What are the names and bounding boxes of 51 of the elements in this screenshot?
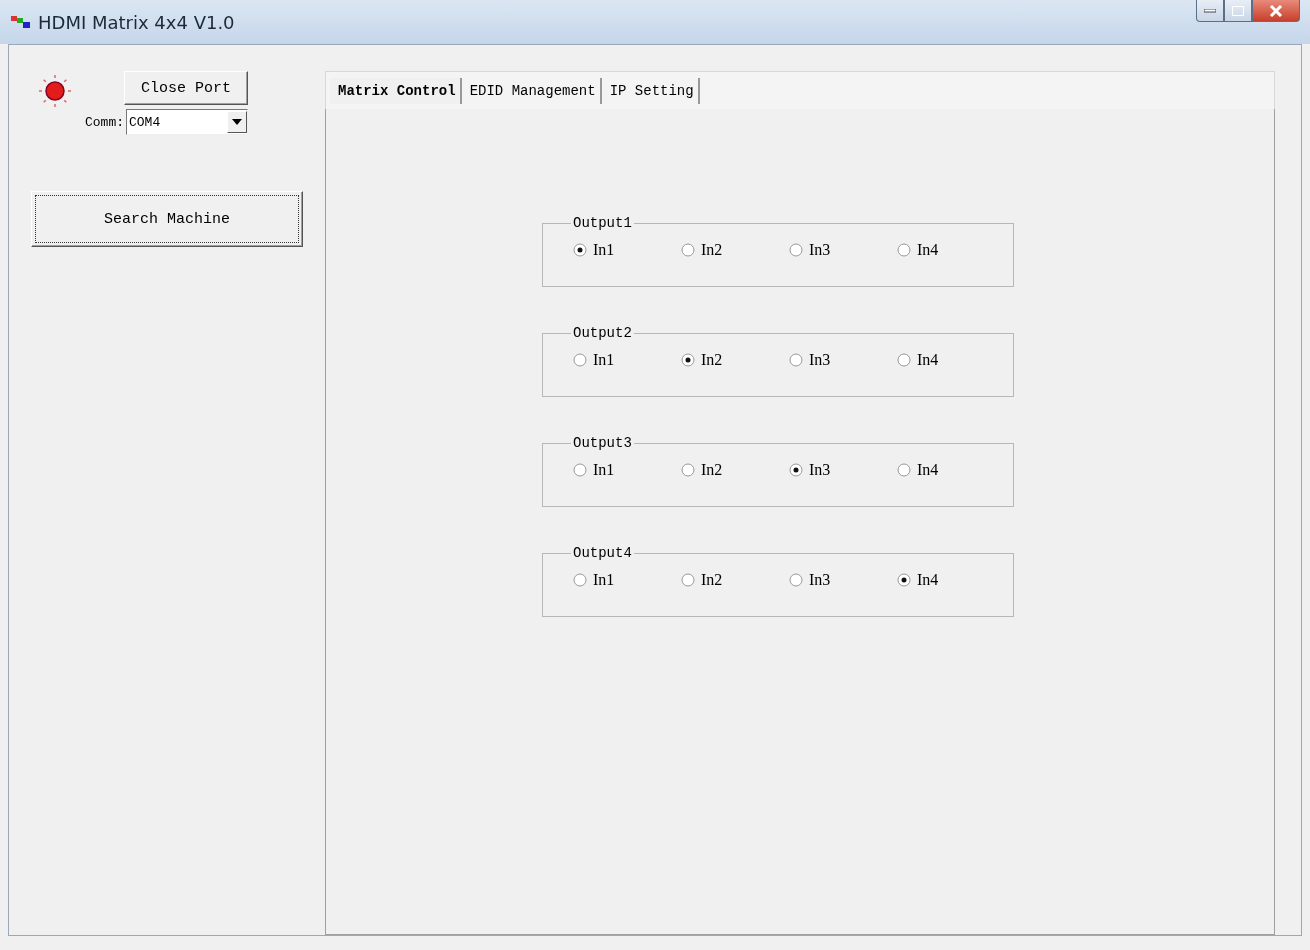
radio-icon[interactable] (897, 573, 911, 587)
radio-icon[interactable] (789, 243, 803, 257)
input-radio[interactable]: In2 (681, 461, 789, 479)
input-radio[interactable]: In1 (573, 351, 681, 369)
comm-label: Comm: (85, 114, 124, 130)
close-port-button[interactable]: Close Port (124, 71, 248, 105)
input-radio[interactable]: In1 (573, 241, 681, 259)
radio-icon[interactable] (897, 243, 911, 257)
group-title: Output1 (572, 215, 633, 231)
input-radio[interactable]: In2 (681, 571, 789, 589)
input-radio[interactable]: In4 (897, 351, 1005, 369)
radio-icon[interactable] (789, 463, 803, 477)
close-button[interactable] (1252, 0, 1300, 22)
input-radio[interactable]: In1 (573, 571, 681, 589)
input-radio[interactable]: In2 (681, 241, 789, 259)
radio-icon[interactable] (573, 243, 587, 257)
radio-icon[interactable] (681, 463, 695, 477)
input-radio[interactable]: In1 (573, 461, 681, 479)
radio-icon[interactable] (681, 243, 695, 257)
input-radio[interactable]: In3 (789, 241, 897, 259)
group-title: Output4 (572, 545, 633, 561)
group-title: Output3 (572, 435, 633, 451)
input-radio[interactable]: In4 (897, 571, 1005, 589)
input-radio[interactable]: In4 (897, 461, 1005, 479)
radio-icon[interactable] (573, 353, 587, 367)
input-radio[interactable]: In2 (681, 351, 789, 369)
minimize-button[interactable] (1196, 0, 1224, 22)
input-radio[interactable]: In4 (897, 241, 1005, 259)
maximize-icon (1232, 5, 1244, 16)
radio-icon[interactable] (789, 573, 803, 587)
input-radio[interactable]: In3 (789, 461, 897, 479)
dropdown-button[interactable] (227, 111, 247, 133)
comm-select[interactable]: COM4 (126, 109, 248, 135)
window-title: HDMI Matrix 4x4 V1.0 (38, 11, 235, 33)
group-title: Output2 (572, 325, 633, 341)
radio-icon[interactable] (573, 463, 587, 477)
minimize-icon (1204, 8, 1216, 13)
radio-icon[interactable] (789, 353, 803, 367)
radio-icon[interactable] (573, 573, 587, 587)
caret-icon (232, 119, 242, 125)
input-radio[interactable]: In3 (789, 351, 897, 369)
input-radio[interactable]: In3 (789, 571, 897, 589)
search-machine-button[interactable]: Search Machine (31, 191, 303, 247)
tab[interactable]: Matrix Control (330, 78, 462, 104)
radio-icon[interactable] (897, 353, 911, 367)
radio-icon[interactable] (681, 573, 695, 587)
close-icon (1269, 4, 1283, 17)
radio-icon[interactable] (897, 463, 911, 477)
maximize-button[interactable] (1224, 0, 1252, 22)
radio-icon[interactable] (681, 353, 695, 367)
app-icon (10, 14, 32, 30)
